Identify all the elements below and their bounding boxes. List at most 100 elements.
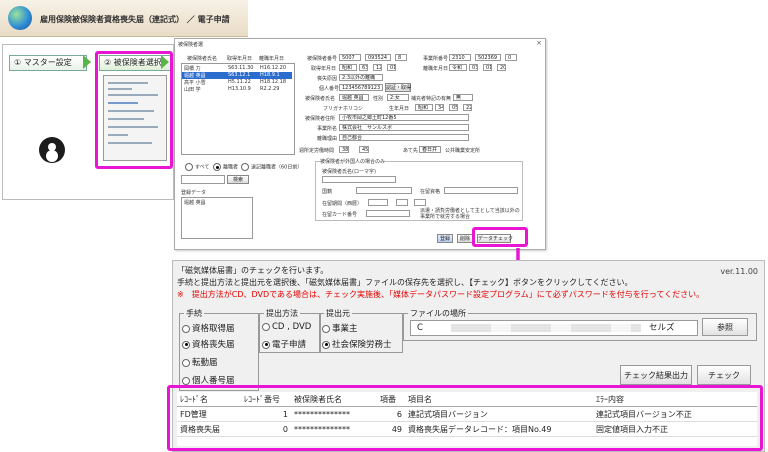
office-name-field[interactable]: 株式会社 サンルスポ [339, 124, 469, 131]
result-output-button[interactable]: チェック結果出力 [620, 365, 692, 385]
address-label: 被保険者住所 [305, 116, 336, 122]
list-item[interactable]: 岡橋 力 S63.11.30 H16.12.20 [184, 65, 290, 72]
step-arrow-icon [83, 55, 91, 69]
card-field[interactable] [366, 210, 410, 217]
instruction-line-3: ※ 提出方法がCD、DVDである場合は、チェック実施後、「媒体データパスワード設… [177, 290, 705, 299]
highlight-frame [472, 227, 528, 247]
insured-select-dialog: 被保険者選 × 被保険者氏名 取得年月日 離職年月日 岡橋 力 S63.11.30… [174, 38, 546, 250]
procedure-option-selected[interactable]: 資格喪失届 [182, 338, 235, 350]
filter-recent-radio[interactable]: 退記離職者（60日前） [241, 163, 302, 171]
close-icon[interactable]: × [536, 39, 542, 47]
dialog-title: 被保険者選 [178, 42, 204, 48]
sex-label: 性別 [373, 96, 384, 102]
office-no-field-3[interactable]: 0 [505, 54, 517, 61]
retire-reason-field[interactable]: 自己都合 [339, 134, 469, 141]
file-path-input[interactable]: C セルズ [410, 320, 698, 336]
office-no-label: 事業所番号 [423, 56, 449, 62]
minutes-field[interactable]: 45 [359, 146, 369, 153]
indiv-auth-button[interactable]: 認証・取得 [385, 83, 411, 92]
foreign-section-title: 被保険者が外国人の場合のみ [320, 158, 386, 165]
source-option[interactable]: 事業主 [322, 322, 358, 334]
left-month-field[interactable]: 01 [483, 64, 492, 71]
acquired-year-field[interactable]: 63 [359, 64, 368, 71]
retire-reason-label: 離職理由 [317, 136, 338, 142]
name-field[interactable]: 堀越 英昌 [339, 94, 369, 101]
indiv-no-label: 個人番号 [319, 86, 340, 92]
list-header-acquired: 取得年月日 [227, 56, 253, 62]
media-check-window: 「磁気媒体届書」のチェックを行います。 ver.11.00 手続と提出方法と提出… [167, 260, 765, 452]
data-label: 登録データ [181, 190, 207, 196]
insured-no-field-1[interactable]: 5007 [339, 54, 361, 61]
method-option[interactable]: CD , DVD [262, 322, 311, 332]
left-year-field[interactable]: 03 [469, 64, 478, 71]
office-no-field-1[interactable]: 2310 [449, 54, 471, 61]
birth-era-select[interactable]: 昭和 [415, 104, 433, 111]
status-label: 在留資格 [420, 189, 441, 195]
indiv-no-field[interactable]: 123456789123 [339, 84, 383, 91]
acquired-month-field[interactable]: 12 [373, 64, 382, 71]
card-label: 在留カード番号 [322, 212, 358, 218]
nationality-select[interactable] [356, 187, 412, 194]
source-option-selected[interactable]: 社会保険労務士 [322, 338, 392, 350]
procedure-option[interactable]: 転勤届 [182, 356, 218, 368]
search-button[interactable]: 検索 [227, 175, 249, 184]
foreign-name-label: 被保険者氏名(ローマ字) [322, 169, 376, 175]
list-header-left: 離職年月日 [259, 56, 285, 62]
source-group: 提出元 事業主 社会保険労務士 [319, 308, 403, 353]
register-button[interactable]: 登録 [437, 234, 453, 243]
filter-left-radio[interactable]: 離職者 [213, 163, 238, 171]
list-item-selected[interactable]: 堀越 英昌 S63.12.1 H18.9.1 [182, 72, 292, 79]
insured-form: 被保険者番号 5007 093524 8 事業所番号 2310 502369 0… [299, 51, 541, 245]
sex-select[interactable]: 2:女 [387, 94, 409, 101]
nationality-label: 国籍 [322, 189, 333, 195]
dest-label: あて先 [403, 148, 418, 154]
search-input[interactable] [181, 175, 225, 184]
insured-list[interactable]: 岡橋 力 S63.11.30 H16.12.20 堀越 英昌 S63.12.1 H18.… [181, 63, 295, 155]
period-day-field[interactable] [414, 199, 426, 206]
highlight-frame [167, 385, 763, 451]
insured-no-label: 被保険者番号 [307, 56, 338, 62]
period-year-field[interactable] [368, 199, 388, 206]
file-location-group: ファイルの場所 C セルズ 参照 [403, 308, 757, 341]
hours-field[interactable]: 38 [339, 146, 349, 153]
registered-list[interactable]: 堀越 英昌 [181, 197, 253, 239]
kana-label: フリガナ [323, 106, 344, 112]
reason-select[interactable]: 2:3以外の離職 [339, 74, 383, 81]
mention-label: 補充者特記の有無 [411, 96, 452, 102]
check-button[interactable]: チェック [697, 365, 751, 385]
procedure-title: 手続 [184, 308, 204, 319]
birth-month-field[interactable]: 05 [449, 104, 458, 111]
dest-field[interactable]: 春日井 [419, 146, 441, 153]
kana-value: ホリコシ [343, 106, 364, 112]
birth-day-field[interactable]: 22 [463, 104, 472, 111]
office-name-label: 事業所名 [317, 126, 338, 132]
method-option-selected[interactable]: 電子申請 [262, 338, 306, 350]
dispatch-checkbox[interactable]: 派遣・請負労働者として主として当該以外の事業所で就労する場合 [420, 208, 520, 220]
procedure-option[interactable]: 資格取得届 [182, 322, 235, 334]
browse-button[interactable]: 参照 [702, 318, 748, 336]
wizard-panel: ① マスター設定 ② 被保険者選択 [2, 44, 174, 200]
left-era-select[interactable]: 令和 [449, 64, 467, 71]
user-icon[interactable] [39, 137, 65, 163]
step-master-button[interactable]: ① マスター設定 [9, 55, 87, 71]
list-item[interactable]: 堀越 英昌 [184, 199, 206, 206]
left-day-field[interactable]: 20 [497, 64, 506, 71]
mention-select[interactable]: 無 [453, 94, 473, 101]
period-month-field[interactable] [396, 199, 408, 206]
delete-button[interactable]: 削除 [457, 234, 473, 243]
acquired-era-select[interactable]: 昭和 [339, 64, 357, 71]
step-master-label: ① マスター設定 [14, 58, 72, 67]
method-title: 提出方法 [264, 308, 300, 319]
insured-no-field-2[interactable]: 093524 [365, 54, 391, 61]
foreign-name-field[interactable] [322, 176, 396, 183]
insured-no-field-3[interactable]: 8 [395, 54, 407, 61]
birth-year-field[interactable]: 34 [435, 104, 444, 111]
list-item[interactable]: 山田 学 H13.10.9 R2.2.29 [184, 86, 290, 93]
acquired-day-field[interactable]: 01 [387, 64, 396, 71]
status-select[interactable] [444, 187, 518, 194]
filter-all-radio[interactable]: すべて [185, 163, 209, 171]
period-label: 在留期間（西暦） [322, 201, 363, 207]
address-field[interactable]: 小牧市岡之郷土町12番5 [339, 114, 469, 121]
office-no-field-2[interactable]: 502369 [475, 54, 501, 61]
list-item[interactable]: 高平 小雪 H5.11.22 H18.12.18 [184, 79, 290, 86]
